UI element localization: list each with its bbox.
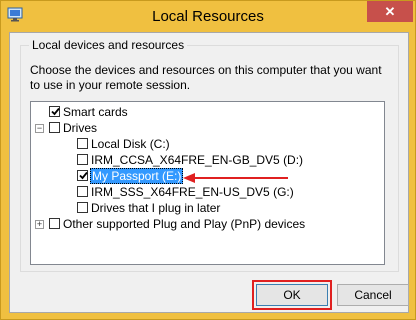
- my-passport-label: My Passport (E:): [90, 168, 184, 184]
- group-title: Local devices and resources: [29, 38, 188, 52]
- close-icon: ✕: [384, 4, 396, 19]
- smart-cards-checkbox[interactable]: [49, 106, 60, 117]
- drives-later-label: Drives that I plug in later: [91, 201, 221, 215]
- collapse-icon[interactable]: −: [35, 124, 44, 133]
- irm-ccsa-label: IRM_CCSA_X64FRE_EN-GB_DV5 (D:): [91, 153, 304, 167]
- device-tree[interactable]: Smart cards − Drives Local Disk (C:) IRM…: [30, 101, 385, 265]
- drives-checkbox[interactable]: [49, 122, 60, 133]
- drives-later-checkbox[interactable]: [77, 202, 88, 213]
- ok-button[interactable]: OK: [252, 280, 332, 310]
- irm-sss-checkbox[interactable]: [77, 186, 88, 197]
- close-button[interactable]: ✕: [367, 1, 413, 22]
- pnp-devices-checkbox[interactable]: [49, 218, 60, 229]
- title-bar[interactable]: Local Resources ✕: [1, 1, 415, 32]
- checkmark-icon: [51, 107, 60, 116]
- smart-cards-label: Smart cards: [63, 105, 128, 119]
- irm-sss-label: IRM_SSS_X64FRE_EN-US_DV5 (G:): [91, 185, 294, 199]
- window-title: Local Resources: [152, 8, 264, 25]
- cancel-button[interactable]: Cancel: [337, 284, 409, 306]
- my-passport-checkbox[interactable]: [77, 170, 88, 181]
- annotation-arrow-icon: [183, 173, 288, 183]
- expand-icon[interactable]: +: [35, 220, 44, 229]
- description-text: Choose the devices and resources on this…: [30, 63, 382, 92]
- local-resources-window: Local Resources ✕ Local devices and reso…: [0, 0, 416, 320]
- checkmark-icon: [79, 171, 88, 180]
- irm-ccsa-checkbox[interactable]: [77, 154, 88, 165]
- pnp-devices-label: Other supported Plug and Play (PnP) devi…: [63, 217, 306, 231]
- dialog-body: Local devices and resources Choose the d…: [9, 32, 409, 313]
- local-disk-checkbox[interactable]: [77, 138, 88, 149]
- drives-label: Drives: [63, 121, 98, 135]
- local-disk-label: Local Disk (C:): [91, 137, 170, 151]
